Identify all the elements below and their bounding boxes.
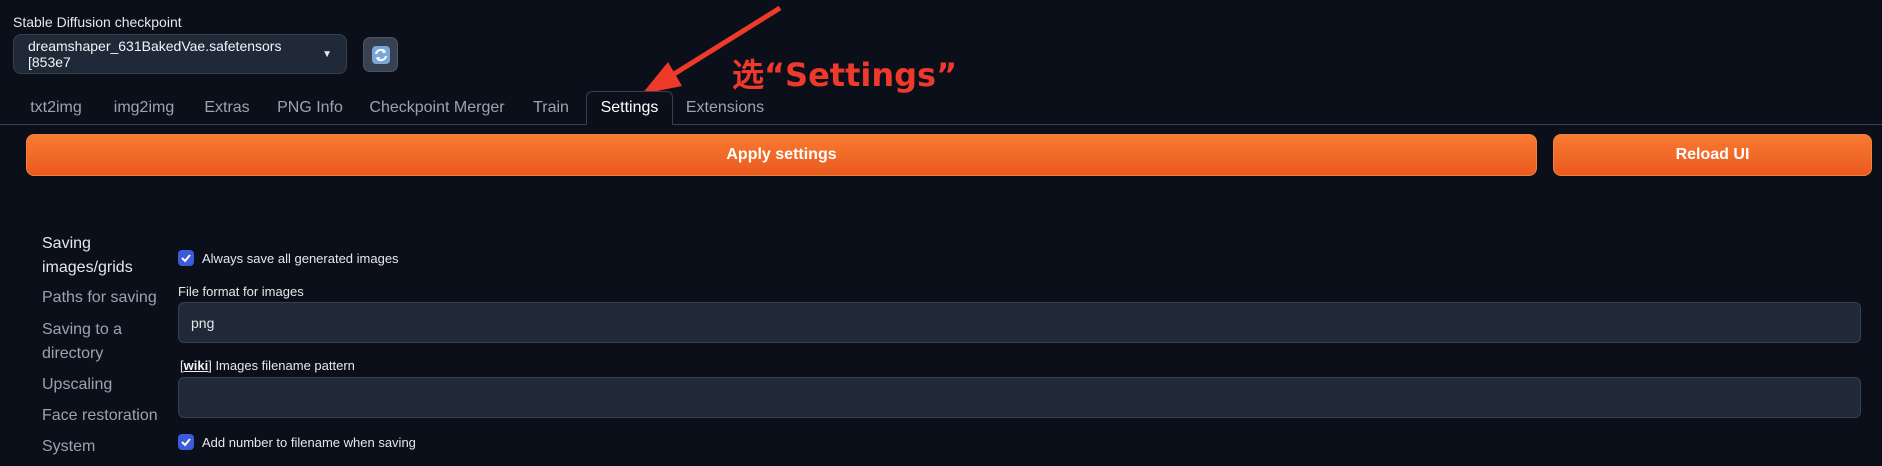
always-save-checkbox[interactable] — [178, 250, 194, 266]
tab-extensions[interactable]: Extensions — [682, 91, 768, 124]
checkpoint-value: dreamshaper_631BakedVae.safetensors [853… — [28, 38, 282, 70]
always-save-row: Always save all generated images — [178, 250, 399, 266]
checkpoint-dropdown[interactable]: dreamshaper_631BakedVae.safetensors [853… — [13, 34, 347, 74]
sidebar-item-paths-for-saving[interactable]: Paths for saving — [42, 286, 157, 310]
tab-img2img[interactable]: img2img — [104, 91, 184, 124]
sidebar-item-label: Paths for saving — [42, 289, 157, 306]
check-icon — [181, 254, 191, 263]
sidebar-item-label: Face restoration — [42, 407, 158, 424]
sidebar-item-label: System — [42, 438, 96, 455]
sidebar-item-label: directory — [42, 345, 104, 362]
filename-pattern-label-row: [wiki] Images filename pattern — [180, 358, 355, 373]
sidebar-item-label: images/grids — [42, 259, 133, 276]
checkpoint-label: Stable Diffusion checkpoint — [13, 14, 182, 30]
sidebar-item-upscaling[interactable]: Upscaling — [42, 373, 112, 397]
refresh-icon — [371, 45, 390, 64]
check-icon — [181, 438, 191, 447]
sidebar-item-saving-images[interactable]: Saving images/grids — [42, 232, 133, 280]
file-format-input[interactable]: png — [178, 302, 1861, 343]
file-format-value: png — [191, 314, 215, 331]
tab-extras[interactable]: Extras — [196, 91, 258, 124]
always-save-label: Always save all generated images — [202, 250, 399, 266]
chevron-down-icon: ▼ — [322, 48, 332, 60]
sidebar-item-label: Saving to a — [42, 321, 123, 338]
reload-ui-button[interactable]: Reload UI — [1553, 134, 1872, 176]
refresh-checkpoint-button[interactable] — [363, 37, 398, 72]
tab-settings[interactable]: Settings — [586, 91, 673, 125]
filename-pattern-label: Images filename pattern — [215, 358, 355, 373]
sidebar-item-label: Upscaling — [42, 376, 113, 393]
apply-settings-button[interactable]: Apply settings — [26, 134, 1537, 176]
file-format-label: File format for images — [178, 284, 304, 299]
tab-png-info[interactable]: PNG Info — [270, 91, 350, 124]
tab-txt2img[interactable]: txt2img — [20, 91, 92, 124]
add-number-label: Add number to filename when saving — [202, 434, 416, 450]
filename-pattern-input[interactable] — [178, 377, 1861, 418]
add-number-row: Add number to filename when saving — [178, 434, 416, 450]
sidebar-item-face-restoration[interactable]: Face restoration — [42, 404, 158, 428]
add-number-checkbox[interactable] — [178, 434, 194, 450]
wiki-link[interactable]: wiki — [184, 358, 209, 373]
sidebar-item-saving-to-directory[interactable]: Saving to a directory — [42, 318, 122, 366]
tab-bar: txt2img img2img Extras PNG Info Checkpoi… — [0, 91, 1882, 125]
sidebar-item-system[interactable]: System — [42, 435, 95, 459]
annotation-arrow — [642, 5, 782, 94]
sidebar-item-label: Saving — [42, 235, 91, 252]
tab-train[interactable]: Train — [524, 91, 578, 124]
tab-checkpoint-merger[interactable]: Checkpoint Merger — [362, 91, 512, 124]
